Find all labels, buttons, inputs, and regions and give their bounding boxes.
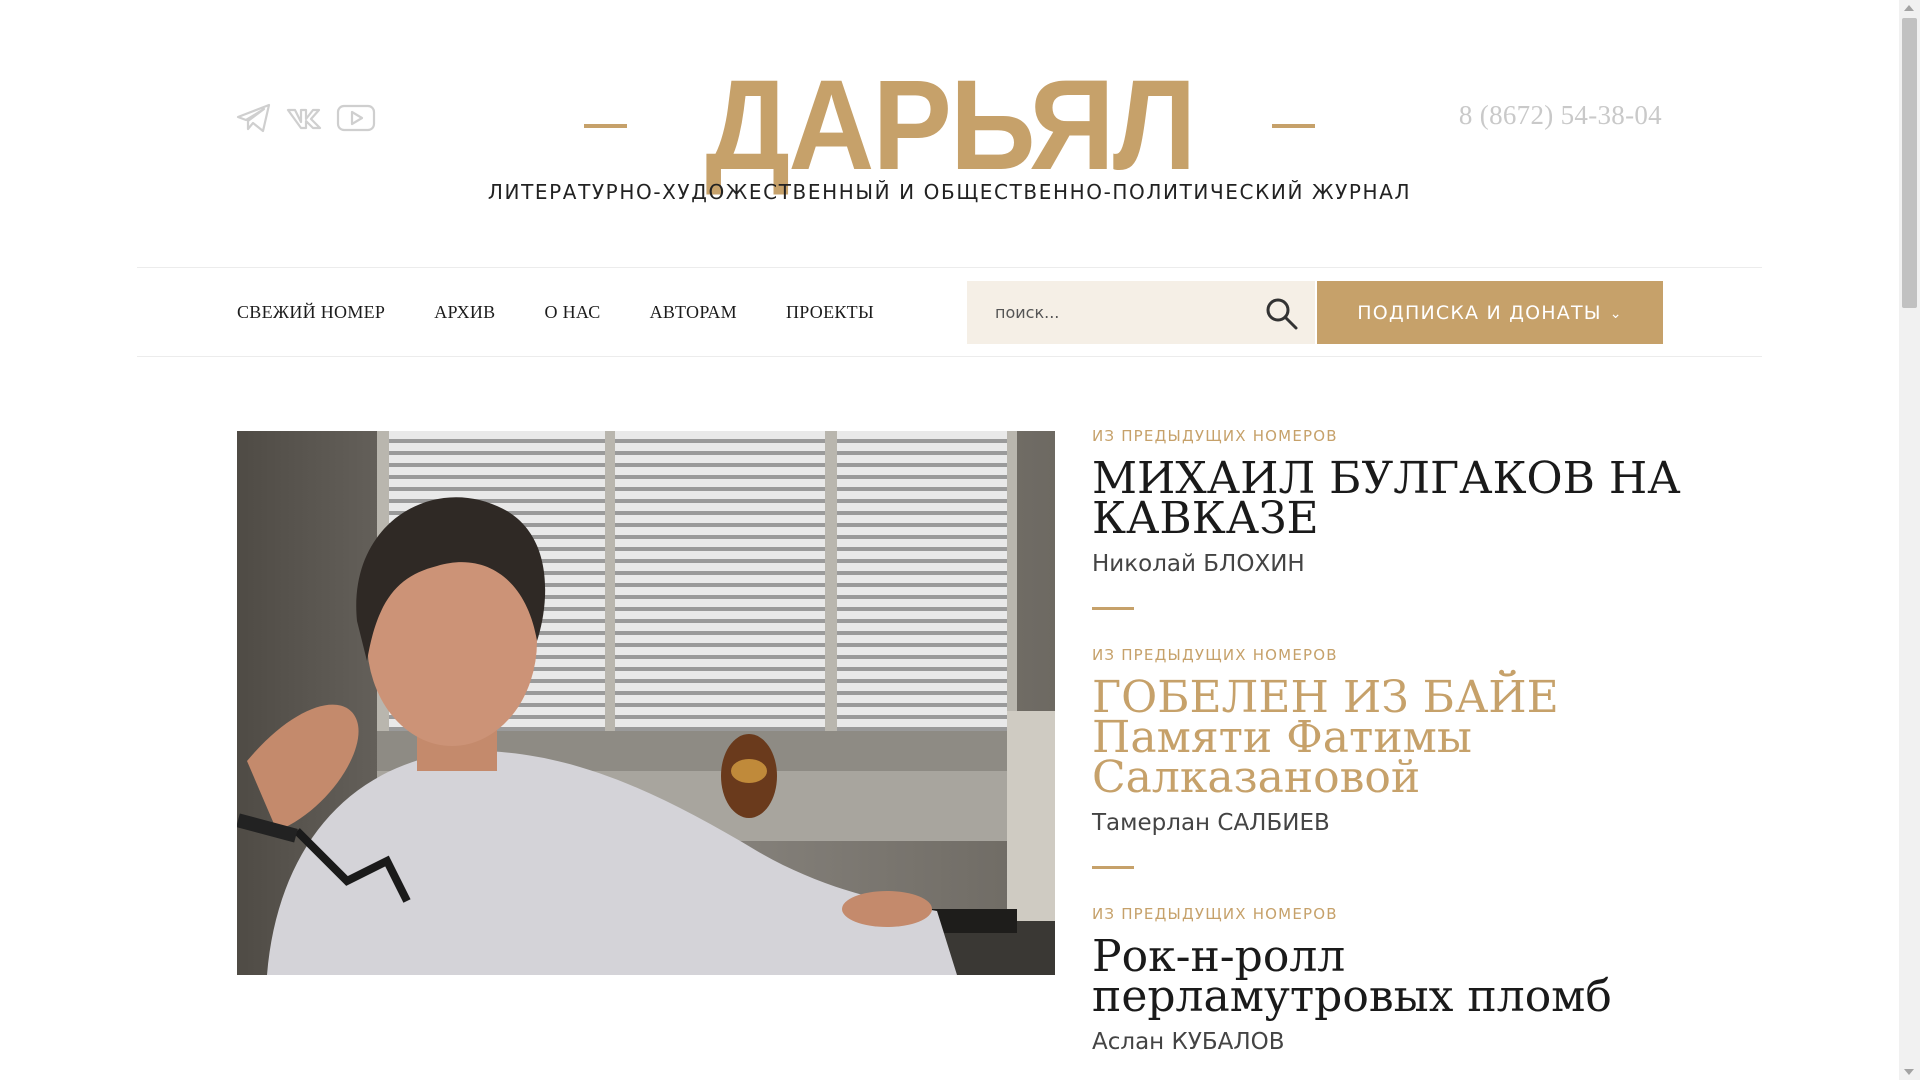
- logo-dash-right: [1272, 124, 1316, 128]
- article-title[interactable]: МИХАИЛ БУЛГАКОВ НА КАВКАЗЕ: [1092, 457, 1692, 541]
- articles-list: ИЗ ПРЕДЫДУЩИХ НОМЕРОВ МИХАИЛ БУЛГАКОВ НА…: [1092, 427, 1692, 1055]
- article-kicker: ИЗ ПРЕДЫДУЩИХ НОМЕРОВ: [1092, 646, 1338, 664]
- nav-item-archive[interactable]: АРХИВ: [434, 302, 495, 323]
- scroll-down-icon[interactable]: [1904, 1069, 1914, 1075]
- search-input[interactable]: [995, 303, 1255, 322]
- chevron-down-icon: ⌄: [1609, 305, 1623, 322]
- site-logo[interactable]: ДАРЬЯЛ: [705, 62, 1196, 190]
- phone-number[interactable]: 8 (8672) 54-38-04: [1459, 100, 1662, 131]
- article-title[interactable]: Рок-н-ролл перламутровых пломб: [1092, 935, 1692, 1019]
- subscribe-button[interactable]: ПОДПИСКА И ДОНАТЫ ⌄: [1317, 281, 1663, 344]
- logo-dash-left: [583, 124, 627, 128]
- main-nav: СВЕЖИЙ НОМЕР АРХИВ О НАС АВТОРАМ ПРОЕКТЫ: [237, 268, 874, 356]
- main-navbar: СВЕЖИЙ НОМЕР АРХИВ О НАС АВТОРАМ ПРОЕКТЫ…: [137, 267, 1762, 357]
- subscribe-label: ПОДПИСКА И ДОНАТЫ: [1357, 301, 1602, 324]
- search-box: [967, 281, 1315, 344]
- article-kicker: ИЗ ПРЕДЫДУЩИХ НОМЕРОВ: [1092, 427, 1338, 445]
- page-scrollbar[interactable]: [1899, 0, 1920, 1080]
- article-author[interactable]: Аслан КУБАЛОВ: [1092, 1029, 1692, 1055]
- article-item: ИЗ ПРЕДЫДУЩИХ НОМЕРОВ Рок-н-ролл перламу…: [1092, 905, 1692, 1055]
- article-author[interactable]: Тамерлан САЛБИЕВ: [1092, 810, 1692, 836]
- nav-item-projects[interactable]: ПРОЕКТЫ: [786, 302, 874, 323]
- scroll-up-icon[interactable]: [1904, 5, 1914, 11]
- article-title[interactable]: ГОБЕЛЕН ИЗ БАЙЕ Памяти Фатимы Салказанов…: [1092, 676, 1692, 800]
- featured-photo[interactable]: [237, 431, 1055, 975]
- article-author[interactable]: Николай БЛОХИН: [1092, 551, 1692, 577]
- nav-item-fresh-issue[interactable]: СВЕЖИЙ НОМЕР: [237, 302, 385, 323]
- article-divider: [1092, 607, 1134, 610]
- site-tagline: ЛИТЕРАТУРНО-ХУДОЖЕСТВЕННЫЙ И ОБЩЕСТВЕННО…: [487, 180, 1412, 204]
- article-item: ИЗ ПРЕДЫДУЩИХ НОМЕРОВ МИХАИЛ БУЛГАКОВ НА…: [1092, 427, 1692, 610]
- search-icon[interactable]: [1265, 297, 1299, 335]
- nav-item-about[interactable]: О НАС: [545, 302, 601, 323]
- article-kicker: ИЗ ПРЕДЫДУЩИХ НОМЕРОВ: [1092, 905, 1338, 923]
- article-item: ИЗ ПРЕДЫДУЩИХ НОМЕРОВ ГОБЕЛЕН ИЗ БАЙЕ Па…: [1092, 646, 1692, 869]
- article-divider: [1092, 866, 1134, 869]
- nav-item-authors[interactable]: АВТОРАМ: [650, 302, 737, 323]
- scrollbar-thumb[interactable]: [1902, 18, 1917, 308]
